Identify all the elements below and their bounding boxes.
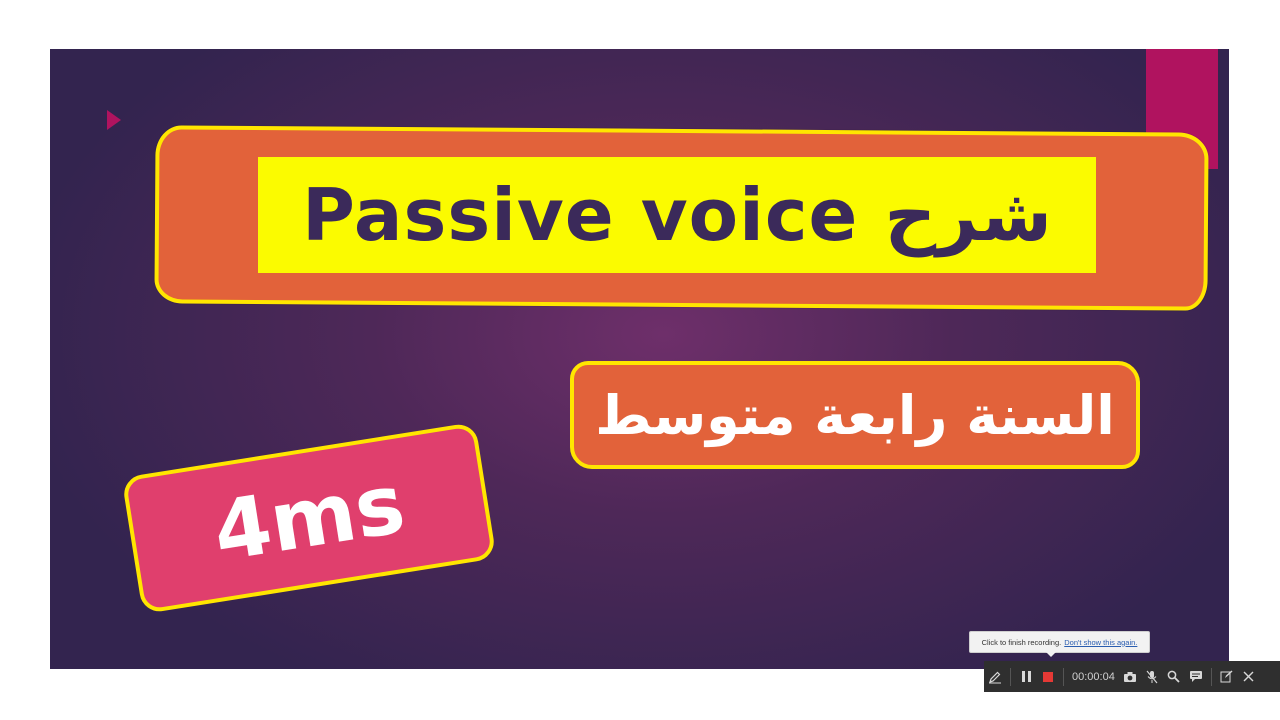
tooltip-text: Click to finish recording. [981,637,1062,647]
recording-timer: 00:00:04 [1072,670,1115,683]
level-badge: 4ms [121,421,497,615]
pen-icon[interactable] [984,661,1006,692]
presentation-slide: Passive voice شرح السنة رابعة متوسط 4ms [50,49,1229,669]
edit-icon[interactable] [1216,661,1238,692]
pause-icon [1021,671,1031,682]
mic-off-icon[interactable] [1141,661,1163,692]
close-icon[interactable] [1238,661,1260,692]
slide-title: Passive voice شرح [258,157,1096,273]
toolbar-divider [1210,667,1212,686]
recording-tooltip: Click to finish recording. Don't show th… [969,631,1150,653]
decorative-arrow-icon [107,110,121,130]
zoom-icon[interactable] [1163,661,1185,692]
tooltip-pointer [1046,652,1056,657]
dont-show-again-link[interactable]: Don't show this again. [1064,638,1137,647]
camera-icon[interactable] [1119,661,1141,692]
toolbar-divider [1010,667,1011,686]
slide-subtitle: السنة رابعة متوسط [570,361,1140,469]
stop-button[interactable] [1037,661,1059,692]
captions-icon[interactable] [1185,661,1207,692]
toolbar-divider [1063,667,1064,686]
pause-button[interactable] [1015,661,1037,692]
recording-toolbar: 00:00:04 [984,661,1280,692]
stop-icon [1043,671,1053,682]
